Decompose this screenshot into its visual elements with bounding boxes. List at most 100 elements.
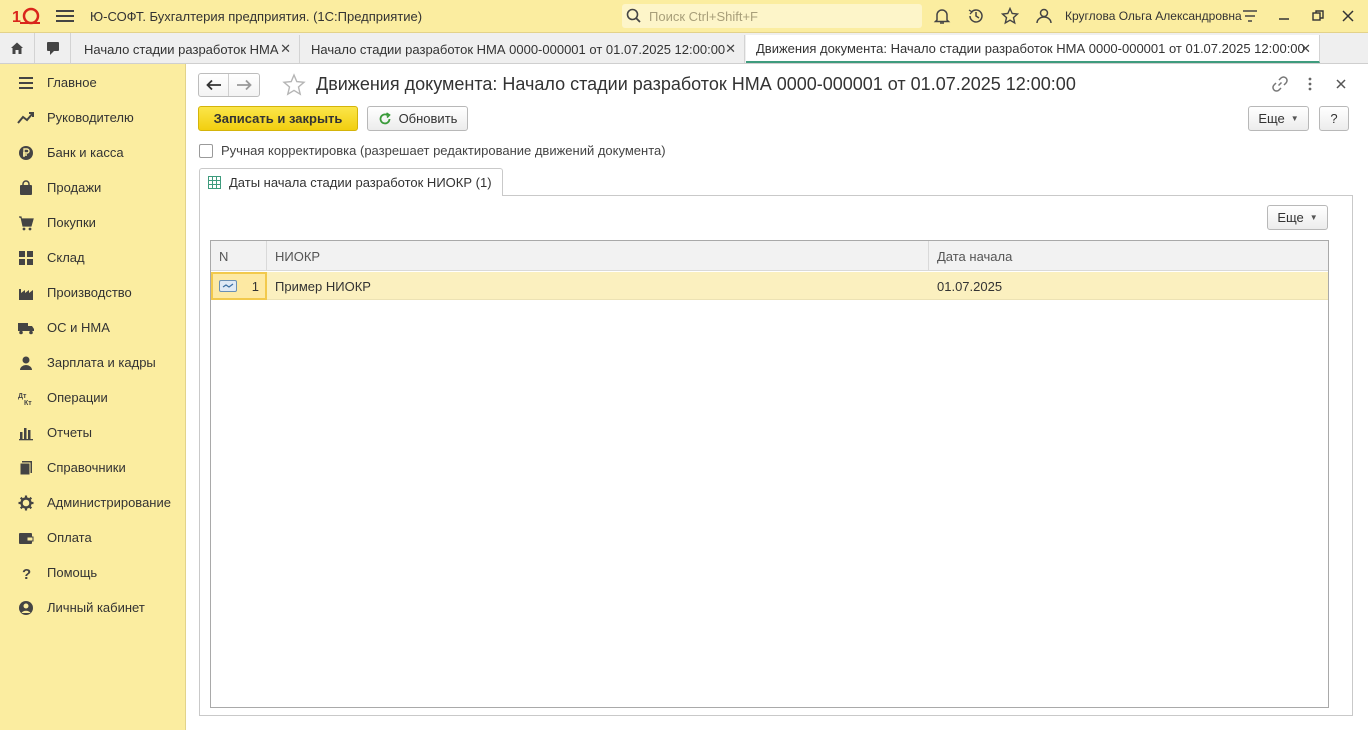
1c-logo-icon: 1 [12,6,42,26]
sidebar-item-label: Покупки [47,215,96,230]
table-more-button[interactable]: Еще ▼ [1267,205,1328,230]
save-and-close-button[interactable]: Записать и закрыть [198,106,358,131]
tab-label: Начало стадии разработок НМА [84,41,279,57]
tab-niokr-start-dates[interactable]: Даты начала стадии разработок НИОКР (1) [199,168,503,196]
history-nav [198,73,260,97]
ruble-coin-icon [17,144,35,162]
tab-nma-list[interactable]: Начало стадии разработок НМА ✕ [74,35,300,63]
column-header-n[interactable]: N [211,241,267,271]
discussions-button[interactable] [36,33,71,63]
record-icon [219,280,237,292]
app-title: Ю-СОФТ. Бухгалтерия предприятия. (1С:Пре… [90,8,423,24]
sidebar-item-bank[interactable]: Банк и касса [0,135,185,170]
user-name[interactable]: Круглова Ольга Александровна [1065,9,1242,23]
close-window-icon[interactable] [1338,6,1358,26]
cart-icon [17,214,35,232]
dt-kt-icon: Дт Кт [17,389,35,407]
sidebar-item-warehouse[interactable]: Склад [0,240,185,275]
sidebar-item-payment[interactable]: Оплата [0,520,185,555]
tab-nma-document[interactable]: Начало стадии разработок НМА 0000-000001… [301,35,745,63]
global-search-input[interactable]: Поиск Ctrl+Shift+F [622,4,922,28]
refresh-label: Обновить [398,111,458,126]
sidebar-item-label: Производство [47,285,132,300]
user-icon[interactable] [1034,6,1054,26]
column-header-start-date[interactable]: Дата начала [929,241,1328,271]
refresh-button[interactable]: Обновить [367,106,468,131]
sections-sidebar: Главное Руководителю Банк и касса Продаж… [0,64,186,730]
restore-icon[interactable] [1308,6,1328,26]
menu-lines-icon [17,74,35,92]
home-icon [11,42,23,54]
sidebar-item-label: ОС и НМА [47,320,110,335]
table-row[interactable]: 1 Пример НИОКР 01.07.2025 [211,272,1328,300]
manual-edit-label[interactable]: Ручная корректировка (разрешает редактир… [221,143,666,158]
truck-icon [17,319,35,337]
bell-icon[interactable] [932,6,952,26]
page-title: Движения документа: Начало стадии разраб… [316,74,1076,94]
chat-icon [47,42,59,55]
question-icon: ? [17,564,35,582]
history-icon[interactable] [966,6,986,26]
sidebar-item-operations[interactable]: Дт Кт Операции [0,380,185,415]
table-icon [208,176,221,189]
sidebar-item-label: Продажи [47,180,102,195]
minimize-icon[interactable] [1274,6,1294,26]
cell-niokr[interactable]: Пример НИОКР [267,272,929,300]
sidebar-item-main[interactable]: Главное [0,65,185,100]
sidebar-item-fixed-assets[interactable]: ОС и НМА [0,310,185,345]
more-actions-button[interactable]: Еще ▼ [1248,106,1309,131]
tab-label: Движения документа: Начало стадии разраб… [756,40,1305,56]
sidebar-item-label: Главное [47,75,97,90]
document-form: Движения документа: Начало стадии разраб… [186,64,1368,730]
open-windows-tabstrip: Начало стадии разработок НМА ✕ Начало ст… [0,33,1368,64]
sidebar-item-sales[interactable]: Продажи [0,170,185,205]
close-form-icon[interactable] [1331,74,1351,94]
sidebar-item-label: Зарплата и кадры [47,355,156,370]
arrow-left-icon [205,79,221,91]
cell-start-date[interactable]: 01.07.2025 [929,272,1328,300]
factory-icon [17,284,35,302]
movements-table[interactable]: N НИОКР Дата начала 1 Пример НИОКР 01.07… [210,240,1329,708]
back-button[interactable] [199,74,229,96]
manual-edit-checkbox[interactable] [199,143,213,158]
sidebar-item-personal-account[interactable]: Личный кабинет [0,590,185,625]
bar-chart-icon [17,424,35,442]
sidebar-item-label: Оплата [47,530,92,545]
sidebar-item-purchases[interactable]: Покупки [0,205,185,240]
more-vertical-icon[interactable] [1300,74,1320,94]
more-label: Еще [1277,210,1304,225]
close-tab-icon[interactable]: ✕ [280,41,291,57]
svg-text:Дт: Дт [18,393,27,400]
home-button[interactable] [0,33,35,63]
close-tab-icon[interactable]: ✕ [1300,41,1311,57]
sidebar-item-label: Банк и касса [47,145,124,160]
add-to-favorites-star-icon[interactable] [282,73,306,100]
settings-sliders-icon[interactable] [1240,6,1260,26]
trend-icon [17,109,35,127]
sidebar-item-catalogs[interactable]: Справочники [0,450,185,485]
forward-button[interactable] [229,74,259,96]
svg-text:1: 1 [12,9,21,25]
gear-icon [17,494,35,512]
sidebar-item-reports[interactable]: Отчеты [0,415,185,450]
main-menu-icon[interactable] [56,10,74,22]
sidebar-item-help[interactable]: ? Помощь [0,555,185,590]
books-icon [17,459,35,477]
sidebar-item-production[interactable]: Производство [0,275,185,310]
sidebar-item-salary[interactable]: Зарплата и кадры [0,345,185,380]
tab-document-movements[interactable]: Движения документа: Начало стадии разраб… [746,35,1320,63]
column-header-niokr[interactable]: НИОКР [267,241,929,271]
search-placeholder: Поиск Ctrl+Shift+F [649,8,758,24]
wallet-icon [17,529,35,547]
close-tab-icon[interactable]: ✕ [725,41,736,57]
sidebar-item-administration[interactable]: Администрирование [0,485,185,520]
sidebar-item-label: Помощь [47,565,98,580]
help-button[interactable]: ? [1319,106,1349,131]
link-icon[interactable] [1270,74,1290,94]
movements-panel: Еще ▼ N НИОКР Дата начала 1 Пример НИОКР… [199,195,1353,716]
tab-label: Начало стадии разработок НМА 0000-000001… [311,41,726,57]
cell-n[interactable]: 1 [211,272,267,300]
favorites-star-icon[interactable] [1000,6,1020,26]
sidebar-item-manager[interactable]: Руководителю [0,100,185,135]
sidebar-item-label: Склад [47,250,85,265]
